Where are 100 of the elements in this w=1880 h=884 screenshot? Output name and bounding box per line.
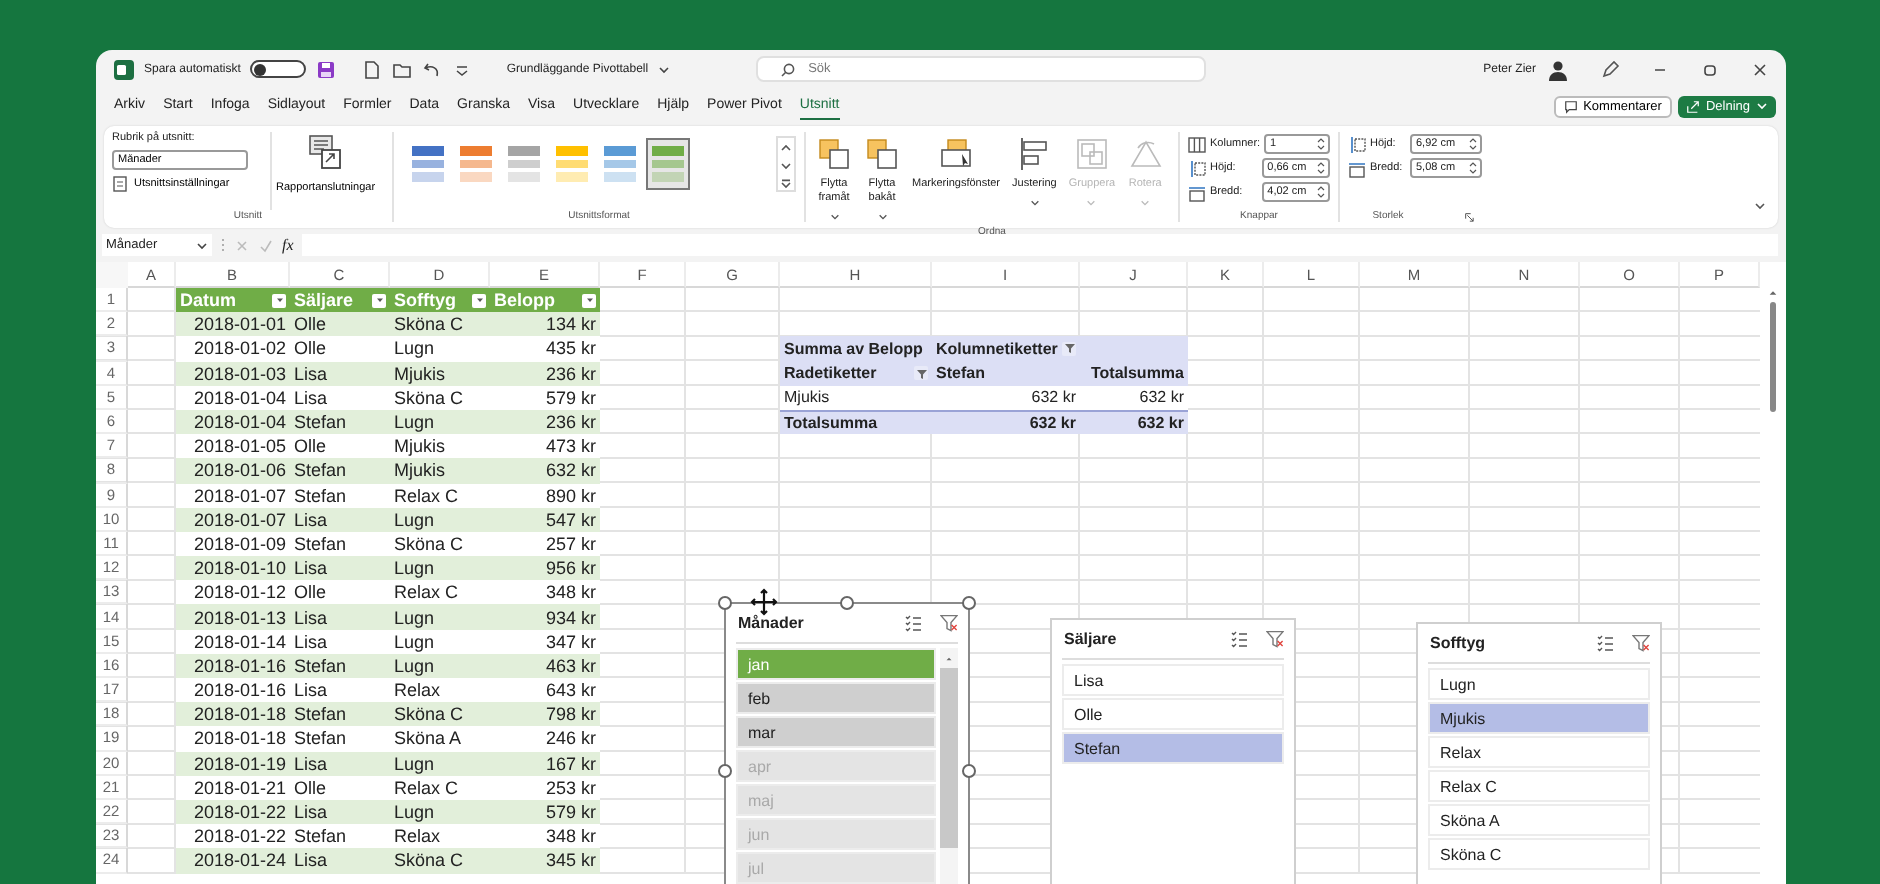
scroll-thumb[interactable] [940,668,958,848]
table-cell: Lugn [390,751,490,776]
avatar-icon[interactable] [1546,57,1570,81]
slicer-item[interactable]: feb [736,682,936,714]
table-cell: Relax C [390,580,490,605]
pivot-cell: 632 kr [932,385,1080,410]
table-cell: Olle [290,434,390,459]
table-cell: 2018-01-04 [176,409,290,435]
collapse-ribbon-icon[interactable] [1754,200,1766,212]
slicer-scrollbar[interactable] [940,648,958,884]
resize-handle[interactable] [718,596,732,610]
table-cell: 643 kr [490,678,600,703]
filter-icon [915,367,927,380]
clear-filter-icon[interactable] [940,614,958,632]
table-cell: Lisa [290,751,390,776]
filter-dropdown-button[interactable] [1062,341,1076,356]
pivot-cell: 632 kr [1080,409,1188,435]
slicer-panel[interactable]: Sofftyg Lugn Mjukis Relax Relax C Sköna A Sköna C [1416,622,1662,884]
table-cell: 246 kr [490,726,600,752]
filter-dropdown-button[interactable] [472,293,486,308]
pen-icon[interactable] [1600,59,1620,79]
slicer-item[interactable]: mar [736,716,936,748]
rotate-icon [1127,136,1164,172]
pivot-cell: Summa av Belopp [780,336,932,362]
table-cell: 2018-01-05 [176,434,290,459]
table-cell: Lisa [290,556,390,581]
slicer-item[interactable]: Mjukis [1428,702,1650,734]
slicer-item[interactable]: Relax [1428,736,1650,768]
resize-handle[interactable] [962,764,976,778]
filter-dropdown-button[interactable] [372,293,386,308]
width-icon [1348,159,1366,177]
more-styles-icon[interactable] [780,178,792,190]
multi-select-icon[interactable] [1230,630,1248,648]
clear-filter-icon[interactable] [1632,634,1650,652]
filter-dropdown-button[interactable] [582,293,596,308]
slicer-item[interactable]: Lisa [1062,664,1284,696]
filter-dropdown-button[interactable] [272,293,286,308]
resize-handle[interactable] [840,596,854,610]
undo-icon[interactable] [422,59,443,79]
resize-handle[interactable] [962,596,976,610]
table-cell: 2018-01-18 [176,726,290,752]
scroll-up-icon[interactable] [1767,288,1777,298]
restore-icon[interactable] [1700,59,1720,79]
table-cell: Relax [390,824,490,849]
slicer-item[interactable]: Olle [1062,698,1284,730]
table-cell: Sköna C [390,385,490,410]
slicer-title: Säljare [1064,630,1119,648]
table-cell: 2018-01-22 [176,799,290,825]
resize-handle[interactable] [718,764,732,778]
insert-function-button[interactable]: fx [282,236,294,254]
cell-text: Kolumnetiketter [936,339,1058,358]
height-icon [1188,159,1206,177]
dialog-launcher-icon[interactable] [1463,211,1474,221]
scroll-up-icon[interactable] [944,654,954,664]
save-icon[interactable] [316,59,337,79]
slicer-item[interactable]: Relax C [1428,770,1650,802]
selection-pane-icon [938,136,975,172]
table-cell: 2018-01-07 [176,507,290,532]
slicer-style-swatch[interactable] [646,138,690,190]
table-cell: Stefan [290,458,390,483]
search-icon [780,61,797,77]
close-icon[interactable] [1750,59,1770,79]
bring-forward-icon [816,136,852,172]
slicer-item[interactable]: Stefan [1062,732,1284,764]
table-cell: Lisa [290,799,390,825]
slicer-item[interactable]: Lugn [1428,668,1650,700]
table-cell: 473 kr [490,434,600,459]
scroll-down-icon[interactable] [780,160,792,172]
table-cell: 547 kr [490,507,600,532]
table-cell: Lugn [390,604,490,630]
filter-dropdown-button[interactable] [914,366,928,381]
table-cell: Stefan [290,726,390,752]
scroll-up-icon[interactable] [780,142,792,154]
table-cell: 934 kr [490,604,600,630]
slicer-panel[interactable]: Säljare Lisa Olle Stefan [1050,618,1296,884]
slicer-item[interactable]: Sköna A [1428,804,1650,836]
multi-select-icon[interactable] [904,614,922,632]
autosave-toggle[interactable] [250,60,307,78]
multi-select-icon[interactable] [1596,634,1614,652]
slicer-item[interactable]: Sköna C [1428,838,1650,870]
slicer-title: Månader [738,614,806,632]
caret-icon [1140,198,1151,208]
report-connections-icon [305,132,346,172]
table-cell: Lisa [290,385,390,410]
new-document-icon[interactable] [362,59,383,79]
group-icon [1073,136,1110,172]
clear-filter-icon[interactable] [1266,630,1284,648]
spin-arrows-icon [1316,184,1326,200]
table-cell: Lisa [290,848,390,873]
cell-text: Säljare [294,290,354,311]
table-cell: 632 kr [490,458,600,483]
table-cell: Olle [290,336,390,362]
table-cell: 579 kr [490,799,600,825]
folder-icon[interactable] [392,59,413,79]
scroll-thumb[interactable] [1769,302,1775,412]
settings-list-icon [112,176,128,192]
spreadsheet-app-icon [114,59,134,79]
table-cell: 2018-01-09 [176,531,290,557]
table-cell: 2018-01-07 [176,483,290,508]
check-icon[interactable] [258,237,274,253]
